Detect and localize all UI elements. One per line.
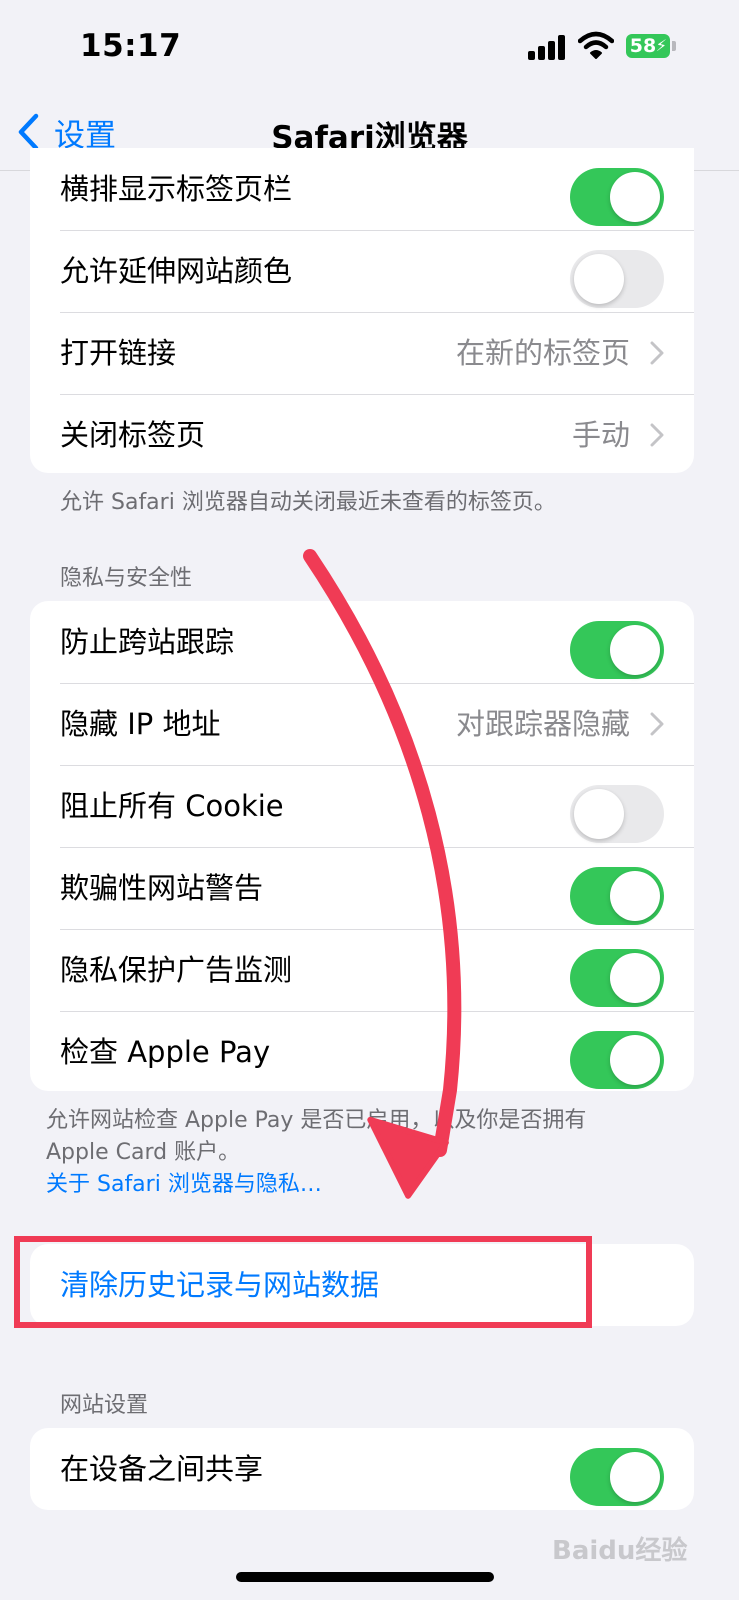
- row-share-across-devices[interactable]: 在设备之间共享: [30, 1428, 694, 1510]
- row-label: 允许延伸网站颜色: [60, 254, 293, 288]
- status-bar: 15:17 58 ⚡: [0, 0, 739, 100]
- block-cookies-toggle[interactable]: [570, 785, 664, 843]
- row-open-links[interactable]: 打开链接 在新的标签页: [30, 312, 694, 394]
- cross-site-tracking-toggle[interactable]: [570, 621, 664, 679]
- row-block-all-cookies[interactable]: 阻止所有 Cookie: [30, 765, 694, 847]
- row-value: 手动: [571, 418, 630, 452]
- share-devices-toggle[interactable]: [570, 1448, 664, 1506]
- footnote-line: 允许网站检查 Apple Pay 是否已启用，以及你是否拥有: [46, 1108, 587, 1133]
- row-label: 阻止所有 Cookie: [60, 789, 284, 823]
- website-tinting-toggle[interactable]: [570, 250, 664, 308]
- row-value: 对跟踪器隐藏: [455, 707, 630, 741]
- row-value: 在新的标签页: [455, 336, 630, 370]
- apple-pay-toggle[interactable]: [570, 1031, 664, 1089]
- chevron-right-icon: [650, 341, 664, 365]
- annotation-highlight-box: [14, 1236, 592, 1328]
- row-fraudulent-website-warning[interactable]: 欺骗性网站警告: [30, 847, 694, 929]
- section-header-website-settings: 网站设置: [60, 1393, 149, 1418]
- status-time: 15:17: [80, 28, 182, 64]
- watermark: Baidu经验: [552, 1536, 688, 1566]
- fraud-warning-toggle[interactable]: [570, 867, 664, 925]
- wifi-icon: [578, 31, 614, 59]
- row-label: 打开链接: [60, 336, 177, 370]
- privacy-settings-group: 防止跨站跟踪 隐藏 IP 地址 对跟踪器隐藏 阻止所有 Cookie 欺骗性网站…: [30, 601, 694, 1091]
- about-safari-privacy-link[interactable]: 关于 Safari 浏览器与隐私…: [46, 1169, 676, 1201]
- row-prevent-cross-site-tracking[interactable]: 防止跨站跟踪: [30, 601, 694, 683]
- row-label: 欺骗性网站警告: [60, 871, 264, 905]
- chevron-right-icon: [650, 712, 664, 736]
- row-check-apple-pay[interactable]: 检查 Apple Pay: [30, 1011, 694, 1091]
- row-label: 防止跨站跟踪: [60, 625, 235, 659]
- battery-cap: [672, 41, 676, 51]
- website-settings-group: 在设备之间共享: [30, 1428, 694, 1510]
- row-tab-bar-layout[interactable]: 横排显示标签页栏: [30, 148, 694, 230]
- row-label: 隐藏 IP 地址: [60, 707, 221, 741]
- row-label: 检查 Apple Pay: [60, 1035, 271, 1069]
- tab-bar-toggle[interactable]: [570, 168, 664, 226]
- footnote-line: Apple Card 账户。: [46, 1140, 241, 1165]
- row-label: 在设备之间共享: [60, 1452, 264, 1486]
- row-allow-website-tinting[interactable]: 允许延伸网站颜色: [30, 230, 694, 312]
- row-label: 隐私保护广告监测: [60, 953, 293, 987]
- row-hide-ip-address[interactable]: 隐藏 IP 地址 对跟踪器隐藏: [30, 683, 694, 765]
- battery-icon: 58 ⚡: [626, 34, 670, 58]
- charging-bolt-icon: ⚡: [655, 36, 667, 55]
- row-close-tabs[interactable]: 关闭标签页 手动: [30, 394, 694, 473]
- row-privacy-ad-measurement[interactable]: 隐私保护广告监测: [30, 929, 694, 1011]
- row-label: 关闭标签页: [60, 418, 206, 452]
- ad-measurement-toggle[interactable]: [570, 949, 664, 1007]
- tabs-footnote: 允许 Safari 浏览器自动关闭最近未查看的标签页。: [60, 490, 556, 515]
- privacy-footnote: 允许网站检查 Apple Pay 是否已启用，以及你是否拥有 Apple Car…: [46, 1105, 676, 1201]
- cellular-signal-icon: [528, 34, 568, 60]
- home-indicator[interactable]: [236, 1572, 494, 1582]
- tabs-settings-group: 横排显示标签页栏 允许延伸网站颜色 打开链接 在新的标签页 关闭标签页 手动: [30, 148, 694, 473]
- chevron-right-icon: [650, 423, 664, 447]
- row-label: 横排显示标签页栏: [60, 172, 293, 206]
- section-header-privacy: 隐私与安全性: [60, 566, 193, 591]
